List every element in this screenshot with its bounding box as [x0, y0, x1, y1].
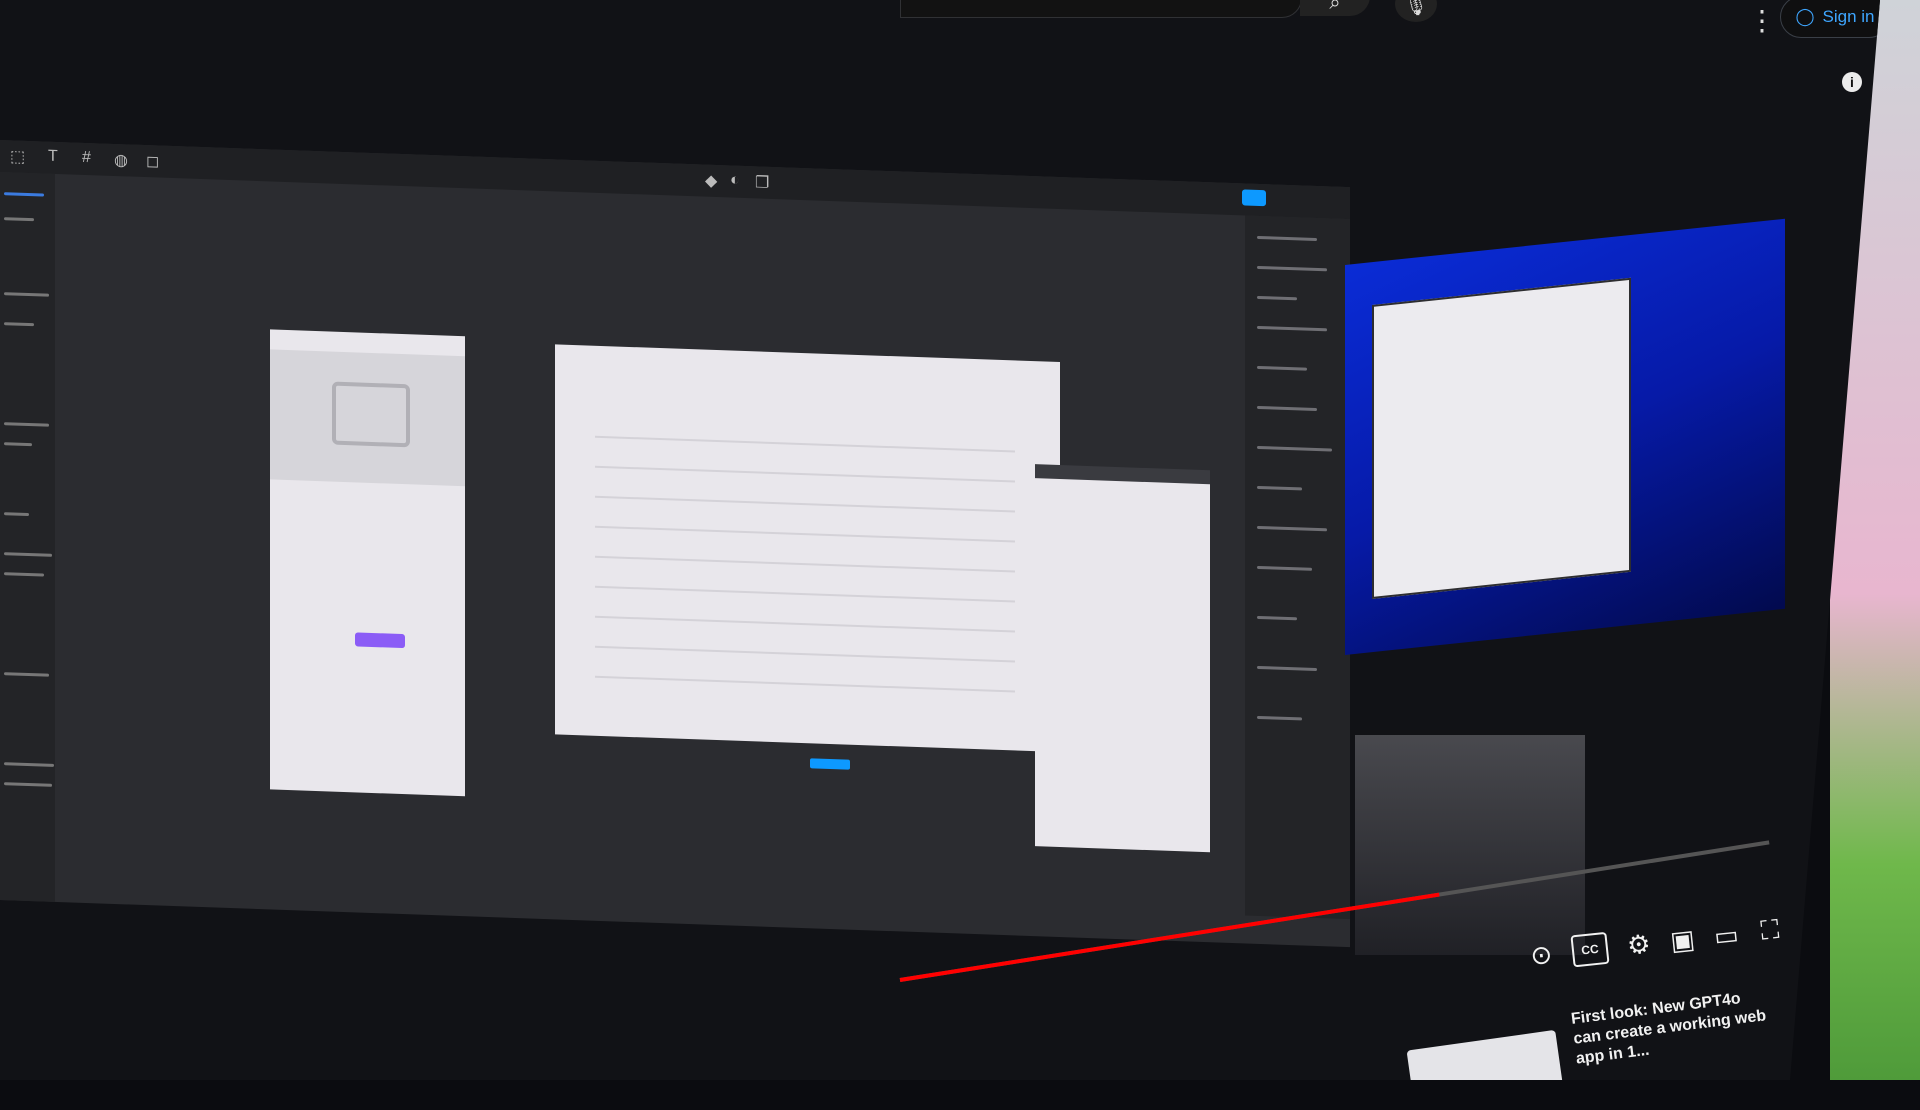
image-placeholder	[270, 349, 465, 487]
info-icon[interactable]: i	[1842, 72, 1862, 92]
video-figma-window: ⬚ T # ◍ ◻ ◆ ◐ ❐	[0, 140, 1350, 948]
share-button	[1242, 189, 1266, 207]
more-options-button[interactable]: ⋮	[1748, 4, 1776, 37]
autoplay-toggle-icon[interactable]: ⊙	[1527, 937, 1556, 972]
gear-icon[interactable]: ⚙	[1624, 927, 1653, 962]
vertical-ellipsis-icon: ⋮	[1748, 5, 1776, 36]
up-next-title[interactable]: First look: New GPT4o can create a worki…	[1570, 986, 1776, 1070]
account-icon: ◯	[1795, 7, 1815, 26]
sign-in-label: Sign in	[1822, 7, 1875, 26]
miniplayer-icon[interactable]: ▣	[1668, 923, 1697, 958]
browser-preview-window	[1372, 277, 1631, 599]
comment-tool-icon: ◻	[146, 153, 160, 171]
theater-mode-icon[interactable]: ▭	[1712, 918, 1741, 953]
sign-in-button[interactable]: ◯ Sign in	[1780, 0, 1880, 38]
monitor-screen: ⌕ 🎙 ⋮ ◯ Sign in i ⬚ T # ◍ ◻ ◆ ◐ ❐ ⊙ CC ⚙…	[0, 0, 1880, 1080]
table-frame	[555, 344, 1060, 753]
reflection	[1355, 735, 1585, 955]
component-icon: ◆	[705, 172, 718, 191]
image-icon	[332, 381, 410, 448]
mic-icon: 🎙	[1404, 0, 1428, 16]
voice-search-button[interactable]: 🎙	[1395, 0, 1437, 22]
contrast-icon: ◐	[730, 171, 740, 189]
selection-label	[810, 758, 850, 770]
search-icon: ⌕	[1329, 0, 1341, 14]
shape-tool-icon: ◍	[114, 151, 128, 170]
cc-button[interactable]: CC	[1570, 931, 1610, 968]
layers-icon: ❐	[755, 174, 770, 192]
up-next-thumbnail[interactable]	[1406, 1029, 1564, 1080]
move-tool-icon: ⬚	[10, 148, 26, 166]
grid-tool-icon: #	[82, 148, 91, 167]
purple-button	[355, 632, 405, 649]
mobile-frame	[270, 329, 465, 797]
fullscreen-icon[interactable]: ⛶	[1755, 913, 1784, 948]
preview-titlebar	[1035, 464, 1210, 485]
text-tool-icon: T	[48, 147, 58, 166]
design-properties-panel	[1245, 215, 1350, 920]
preview-frame	[1035, 464, 1210, 853]
layers-panel	[0, 172, 55, 902]
figma-toolbar: ⬚ T # ◍ ◻ ◆ ◐ ❐	[0, 140, 1350, 220]
search-input[interactable]	[900, 0, 1302, 18]
search-button[interactable]: ⌕	[1300, 0, 1370, 16]
